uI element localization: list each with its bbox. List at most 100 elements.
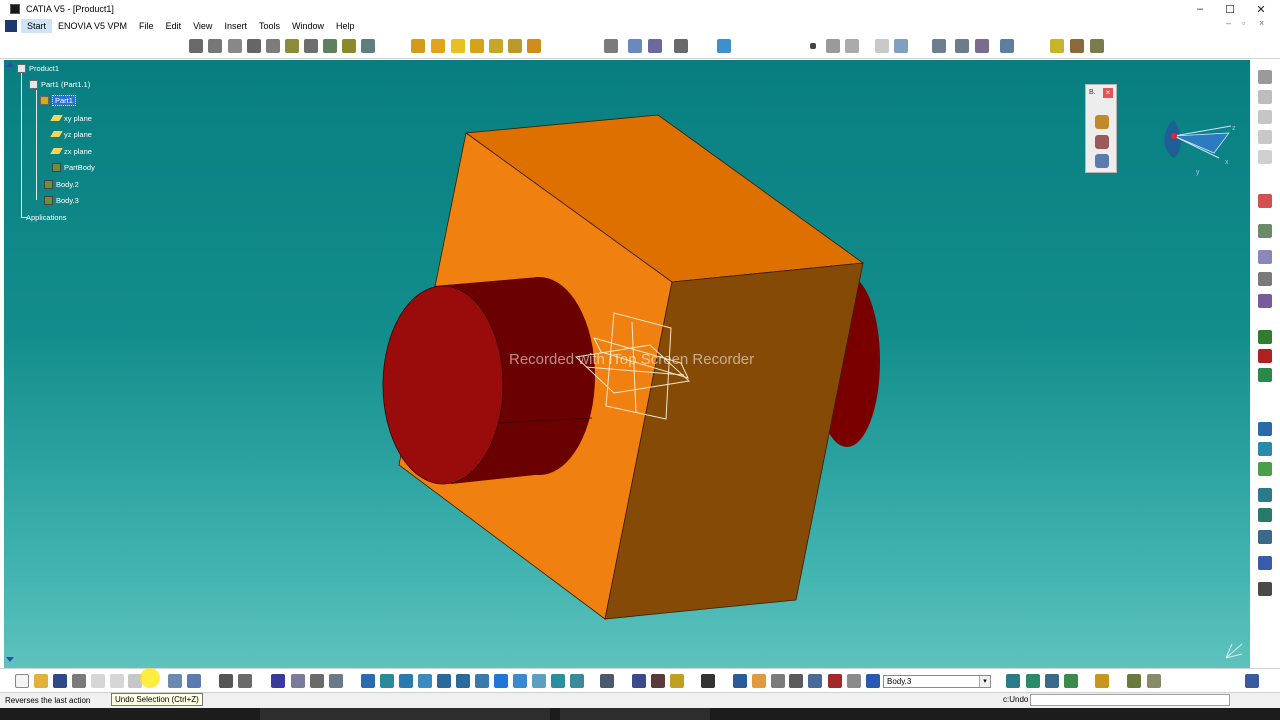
thread-icon[interactable] (508, 39, 522, 53)
pan-icon[interactable] (399, 674, 413, 688)
sketch-analysis-icon[interactable] (1026, 674, 1040, 688)
scroll-down-arrow[interactable] (6, 657, 14, 662)
shading-icon[interactable] (532, 674, 546, 688)
tree-node-body2[interactable]: Body.2 (44, 178, 79, 190)
workbench-icon[interactable] (291, 674, 305, 688)
assemble-icon[interactable] (894, 39, 908, 53)
tree-node-xy-plane[interactable]: xy plane (50, 112, 92, 124)
copy-icon[interactable] (110, 674, 124, 688)
translate-icon[interactable] (604, 39, 618, 53)
define-in-work-object-icon[interactable] (866, 674, 880, 688)
union-trim-icon[interactable] (1000, 39, 1014, 53)
knowledge-icon[interactable] (1258, 556, 1272, 570)
sectioning-icon[interactable] (808, 674, 822, 688)
chamfer-icon[interactable] (431, 39, 445, 53)
menu-help[interactable]: Help (330, 19, 361, 33)
line-icon[interactable] (826, 39, 840, 53)
open-folder-icon[interactable] (34, 674, 48, 688)
plane-icon[interactable] (845, 39, 859, 53)
pattern-icon[interactable] (648, 39, 662, 53)
floating-toolbar[interactable]: B. × (1085, 84, 1117, 173)
menu-enovia[interactable]: ENOVIA V5 VPM (52, 19, 133, 33)
material-icon[interactable] (1258, 349, 1272, 363)
mirror-icon[interactable] (628, 39, 642, 53)
camera-icon[interactable] (701, 674, 715, 688)
menu-edit[interactable]: Edit (160, 19, 188, 33)
iso-view-icon[interactable] (513, 674, 527, 688)
apply-material-icon[interactable] (1050, 39, 1064, 53)
ruler-icon[interactable] (789, 674, 803, 688)
surface-based-icon[interactable] (717, 39, 731, 53)
hand-icon[interactable] (1095, 674, 1109, 688)
view-icon[interactable] (1258, 90, 1272, 104)
mdi-minimize-button[interactable]: – (1226, 18, 1231, 28)
refresh-icon[interactable] (733, 674, 747, 688)
hole-icon[interactable] (285, 39, 299, 53)
lamp-icon[interactable] (670, 674, 684, 688)
tree-node-body3[interactable]: Body.3 (44, 194, 79, 206)
tools-palette-icon[interactable] (1127, 674, 1141, 688)
spline-icon[interactable] (1258, 442, 1272, 456)
menu-start[interactable]: Start (21, 19, 53, 33)
menu-insert[interactable]: Insert (218, 19, 253, 33)
tree-node-product[interactable]: Product1 (17, 62, 59, 74)
text-annotation-icon[interactable] (1258, 250, 1272, 264)
new-document-icon[interactable] (15, 674, 29, 688)
current-body-select[interactable]: Body.3 ▾ (883, 675, 991, 688)
fillet-icon[interactable] (411, 39, 425, 53)
update-icon[interactable] (310, 674, 324, 688)
chevron-down-icon[interactable]: ▾ (979, 676, 990, 687)
insert-body-icon[interactable] (1095, 115, 1109, 129)
mdi-close-button[interactable]: × (1259, 18, 1264, 28)
redo-icon[interactable] (168, 674, 182, 688)
catalog-icon[interactable] (1090, 39, 1104, 53)
repetition-icon[interactable] (1045, 674, 1059, 688)
constraint-icon[interactable] (1258, 224, 1272, 238)
join-icon[interactable] (1258, 530, 1272, 544)
boolean-icon[interactable] (875, 39, 889, 53)
stiffener-icon[interactable] (342, 39, 356, 53)
remove-face-icon[interactable] (527, 39, 541, 53)
sketch-icon[interactable] (189, 39, 203, 53)
quick-select-icon[interactable] (651, 674, 665, 688)
zoom-out-icon[interactable] (456, 674, 470, 688)
mdi-restore-button[interactable]: ▫ (1242, 18, 1245, 28)
menu-window[interactable]: Window (286, 19, 330, 33)
menu-tools[interactable]: Tools (253, 19, 286, 33)
body-operation-icon[interactable] (1095, 135, 1109, 149)
list-icon[interactable] (847, 674, 861, 688)
user-selection-filter-icon[interactable] (1147, 674, 1161, 688)
scaling-icon[interactable] (674, 39, 688, 53)
surface-icon[interactable] (1258, 462, 1272, 476)
loft-icon[interactable] (361, 39, 375, 53)
snapshot-icon[interactable] (632, 674, 646, 688)
left-cylinder-face[interactable] (382, 285, 504, 485)
tree-node-partbody[interactable]: PartBody (52, 161, 95, 173)
rib-icon[interactable] (304, 39, 318, 53)
tools-icon[interactable] (1258, 582, 1272, 596)
groove-icon[interactable] (266, 39, 280, 53)
whats-this-help-icon[interactable] (187, 674, 201, 688)
switch-icon[interactable] (600, 674, 614, 688)
light-icon[interactable] (752, 674, 766, 688)
pad-icon[interactable] (208, 39, 222, 53)
pocket-icon[interactable] (228, 39, 242, 53)
add-body-icon[interactable] (932, 39, 946, 53)
settings-gear-icon[interactable] (1258, 70, 1272, 84)
hide-show-icon[interactable] (551, 674, 565, 688)
tree-node-yz-plane[interactable]: yz plane (50, 128, 92, 140)
swap-visible-space-icon[interactable] (570, 674, 584, 688)
table-icon[interactable] (271, 674, 285, 688)
formula-icon[interactable] (219, 674, 233, 688)
cut-icon[interactable] (91, 674, 105, 688)
extrude-icon[interactable] (1064, 674, 1078, 688)
thickness-icon[interactable] (489, 39, 503, 53)
remove-body-icon[interactable] (955, 39, 969, 53)
multi-view-icon[interactable] (494, 674, 508, 688)
grid-icon[interactable] (1258, 130, 1272, 144)
measure-icon[interactable] (1070, 39, 1084, 53)
slot-icon[interactable] (323, 39, 337, 53)
dimension-icon[interactable] (1258, 272, 1272, 286)
print-icon[interactable] (72, 674, 86, 688)
tree-scrollbar[interactable] (4, 60, 14, 668)
